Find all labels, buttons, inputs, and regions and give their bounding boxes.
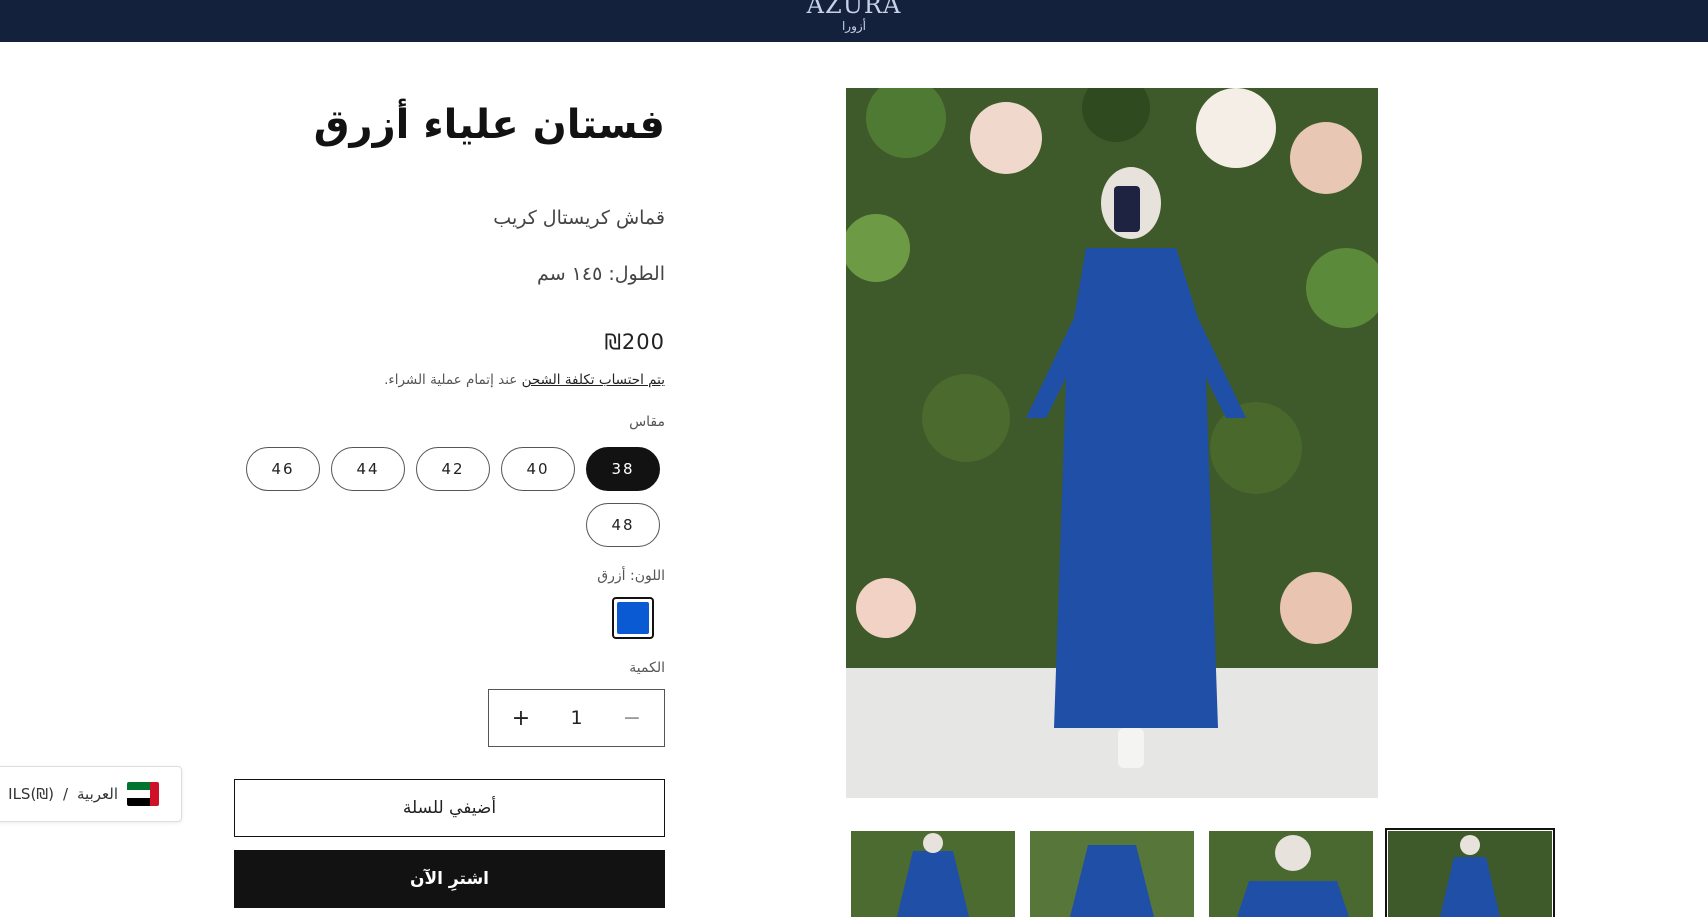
add-to-cart-button[interactable]: أضيفي للسلة	[234, 779, 665, 837]
thumbnail-3[interactable]	[1209, 831, 1373, 917]
quantity-increase-button[interactable]: +	[509, 706, 533, 731]
shipping-note: يتم احتساب تكلفة الشحن عند إتمام عملية ا…	[384, 372, 665, 388]
thumbnail-photo	[851, 831, 1015, 917]
color-label: اللون: أزرق	[597, 568, 665, 584]
product-price: ₪200	[604, 330, 665, 354]
thumbnail-photo	[1209, 831, 1373, 917]
site-logo[interactable]: AZURA أزورا	[807, 0, 902, 32]
logo-subtext: أزورا	[841, 19, 867, 33]
logo-text: AZURA	[806, 0, 902, 19]
site-header: AZURA أزورا	[0, 0, 1708, 42]
thumbnail-photo	[1388, 831, 1552, 917]
currency-label: ILS(₪)	[8, 785, 54, 803]
product-fabric: قماش كريستال كريب	[493, 207, 665, 229]
size-option-40[interactable]: 40	[501, 447, 575, 491]
color-swatch-fill	[617, 602, 649, 634]
locale-selector[interactable]: ILS(₪) / العربية	[0, 766, 182, 822]
product-photo	[846, 88, 1378, 798]
product-length: الطول: ١٤٥ سم	[537, 263, 665, 285]
language-label: العربية	[77, 785, 118, 803]
quantity-decrease-button[interactable]: −	[620, 706, 644, 731]
thumbnail-4[interactable]	[1385, 828, 1555, 917]
size-option-48[interactable]: 48	[586, 503, 660, 547]
locale-separator: /	[62, 785, 68, 803]
buy-now-button[interactable]: اشترِ الآن	[234, 850, 665, 908]
size-option-44[interactable]: 44	[331, 447, 405, 491]
size-option-38[interactable]: 38	[586, 447, 660, 491]
uae-flag-icon	[127, 782, 159, 806]
product-title: فستان علياء أزرق	[313, 102, 665, 148]
thumbnail-1[interactable]	[851, 831, 1015, 917]
color-swatch-blue[interactable]	[612, 597, 654, 639]
thumbnail-2[interactable]	[1030, 831, 1194, 917]
thumbnail-photo	[1030, 831, 1194, 917]
quantity-input[interactable]: 1	[570, 707, 582, 729]
size-option-46[interactable]: 46	[246, 447, 320, 491]
quantity-label: الكمية	[629, 660, 665, 676]
shipping-note-suffix: عند إتمام عملية الشراء.	[384, 372, 522, 388]
size-option-42[interactable]: 42	[416, 447, 490, 491]
size-label: مقاس	[629, 414, 665, 430]
quantity-stepper: + 1 −	[488, 689, 665, 747]
shipping-policy-link[interactable]: يتم احتساب تكلفة الشحن	[522, 372, 665, 388]
product-main-image[interactable]	[846, 88, 1378, 798]
